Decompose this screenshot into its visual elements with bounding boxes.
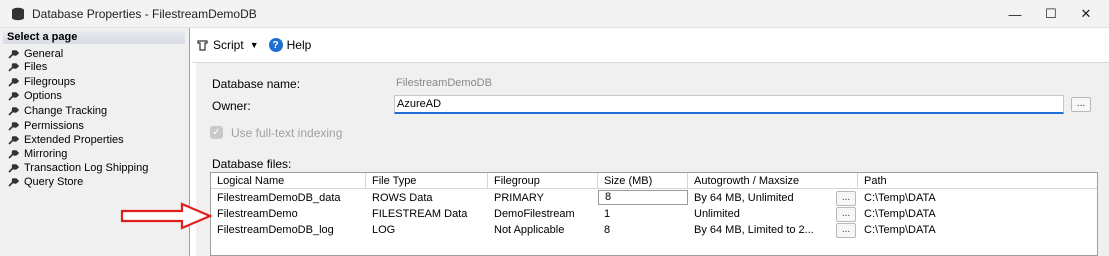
help-button[interactable]: Help	[287, 38, 312, 52]
column-header-file-type[interactable]: File Type	[366, 173, 488, 189]
file-type-cell: ROWS Data	[372, 192, 433, 204]
autogrowth-cell: By 64 MB, Unlimited	[694, 192, 794, 204]
logical-name-cell[interactable]: FilestreamDemo	[211, 206, 366, 222]
sidebar-item-change-tracking[interactable]: Change Tracking	[8, 104, 107, 117]
filegroup-cell[interactable]: PRIMARY	[488, 190, 598, 206]
sidebar-item-label: Permissions	[24, 119, 84, 132]
table-row[interactable]: FilestreamDemoDB_log LOG Not Applicable …	[211, 222, 1097, 238]
column-header-size[interactable]: Size (MB)	[598, 173, 688, 189]
autogrowth-cell: By 64 MB, Limited to 2...	[694, 224, 814, 236]
size-cell[interactable]: 1	[598, 206, 688, 222]
wrench-icon	[8, 121, 20, 131]
annotation-arrow-icon	[120, 202, 212, 230]
database-icon	[12, 7, 24, 21]
sidebar-item-label: Change Tracking	[24, 104, 108, 117]
filegroup-cell[interactable]: Not Applicable	[488, 222, 598, 238]
database-files-label: Database files:	[212, 157, 292, 171]
sidebar-item-label: Options	[24, 89, 62, 102]
autogrowth-edit-button[interactable]: ...	[836, 207, 856, 222]
help-icon: ?	[268, 38, 283, 52]
script-icon	[197, 39, 208, 51]
wrench-icon	[8, 149, 20, 159]
sidebar-item-extended-properties[interactable]: Extended Properties	[8, 133, 124, 146]
path-cell[interactable]: C:\Temp\DATA	[858, 190, 1058, 206]
database-files-grid: Logical Name File Type Filegroup Size (M…	[210, 172, 1098, 256]
size-cell[interactable]: 8	[598, 222, 688, 238]
sidebar-item-label: Mirroring	[24, 147, 68, 160]
grid-header: Logical Name File Type Filegroup Size (M…	[211, 173, 1097, 189]
size-cell[interactable]: 8	[598, 190, 688, 205]
owner-input[interactable]: AzureAD	[394, 95, 1064, 114]
sidebar-item-label: Filegroups	[24, 75, 76, 88]
wrench-icon	[8, 106, 20, 116]
fulltext-label: Use full-text indexing	[231, 126, 343, 140]
table-row[interactable]: FilestreamDemoDB_data ROWS Data PRIMARY …	[211, 190, 1097, 206]
wrench-icon	[8, 163, 20, 173]
autogrowth-cell: Unlimited	[694, 208, 740, 220]
wrench-icon	[8, 62, 20, 72]
column-header-autogrowth[interactable]: Autogrowth / Maxsize	[688, 173, 858, 189]
path-cell[interactable]: C:\Temp\DATA	[858, 206, 1058, 222]
wrench-icon	[8, 91, 20, 101]
sidebar-item-general[interactable]: General	[8, 47, 63, 60]
sidebar-item-transaction-log-shipping[interactable]: Transaction Log Shipping	[8, 161, 148, 174]
sidebar-item-label: General	[24, 47, 64, 60]
wrench-icon	[8, 77, 20, 87]
wrench-icon	[8, 177, 20, 187]
sidebar-item-mirroring[interactable]: Mirroring	[8, 147, 67, 160]
sidebar-item-options[interactable]: Options	[8, 89, 62, 102]
column-header-path[interactable]: Path	[858, 173, 1097, 189]
owner-label: Owner:	[212, 99, 251, 113]
toolbar: Script ▼ ? Help	[196, 32, 311, 58]
sidebar-item-filegroups[interactable]: Filegroups	[8, 75, 75, 88]
fulltext-checkbox[interactable]: ✓	[210, 126, 223, 139]
sidebar-item-label: Transaction Log Shipping	[24, 161, 149, 174]
table-row[interactable]: FilestreamDemo FILESTREAM Data DemoFiles…	[211, 206, 1097, 222]
window-title-bar: Database Properties - FilestreamDemoDB —…	[0, 0, 1109, 28]
window-title: Database Properties - FilestreamDemoDB	[32, 7, 257, 21]
path-cell[interactable]: C:\Temp\DATA	[858, 222, 1058, 238]
autogrowth-edit-button[interactable]: ...	[836, 191, 856, 206]
sidebar-item-files[interactable]: Files	[8, 60, 47, 73]
logical-name-cell[interactable]: FilestreamDemoDB_log	[211, 222, 366, 238]
wrench-icon	[8, 49, 20, 59]
owner-browse-button[interactable]: ...	[1071, 97, 1091, 112]
sidebar-item-label: Extended Properties	[24, 133, 124, 146]
sidebar-item-permissions[interactable]: Permissions	[8, 119, 84, 132]
wrench-icon	[8, 135, 20, 145]
close-button[interactable]: ✕	[1063, 0, 1109, 28]
select-page-header: Select a page	[3, 31, 185, 44]
autogrowth-edit-button[interactable]: ...	[836, 223, 856, 238]
logical-name-cell[interactable]: FilestreamDemoDB_data	[211, 190, 366, 206]
database-name-label: Database name:	[212, 77, 301, 91]
database-name-value: FilestreamDemoDB	[396, 77, 492, 89]
script-button[interactable]: Script	[213, 38, 244, 52]
sidebar-item-query-store[interactable]: Query Store	[8, 175, 83, 188]
column-header-logical-name[interactable]: Logical Name	[211, 173, 366, 189]
filegroup-cell[interactable]: DemoFilestream	[488, 206, 598, 222]
file-type-cell: LOG	[372, 224, 396, 236]
column-header-filegroup[interactable]: Filegroup	[488, 173, 598, 189]
script-dropdown-icon[interactable]: ▼	[250, 40, 259, 50]
file-type-cell: FILESTREAM Data	[372, 208, 468, 220]
sidebar-item-label: Files	[24, 60, 48, 73]
sidebar-item-label: Query Store	[24, 175, 84, 188]
